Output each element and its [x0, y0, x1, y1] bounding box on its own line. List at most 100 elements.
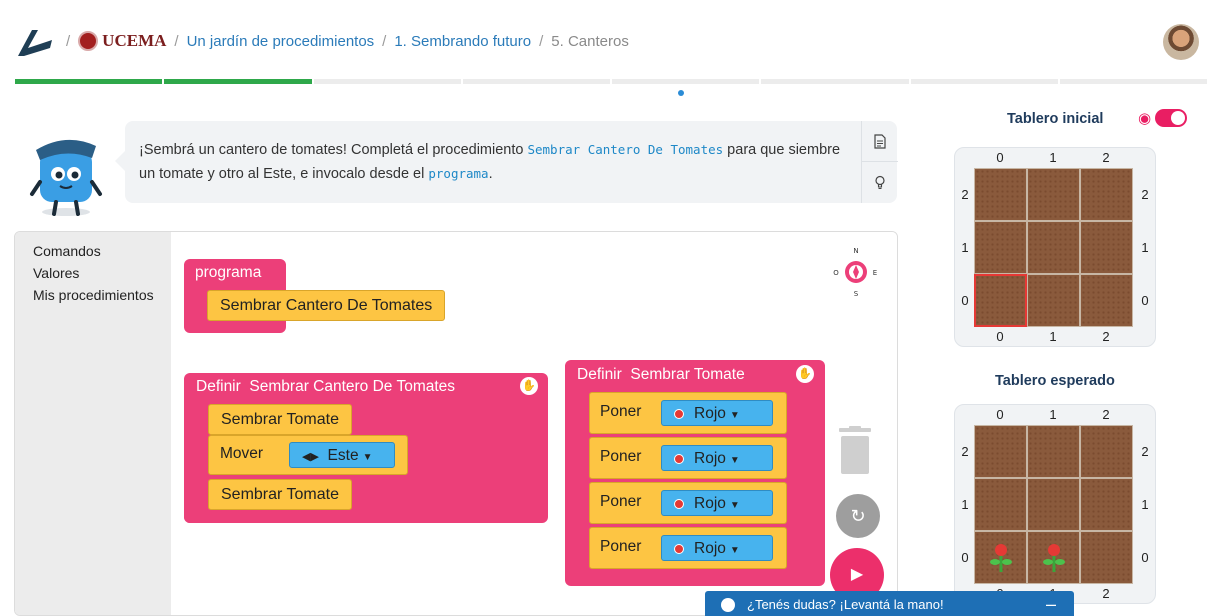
board-cell — [1080, 274, 1133, 327]
red-dot-icon — [674, 453, 684, 464]
definir-header: Definir Sembrar Tomate — [577, 366, 745, 383]
svg-text:O: O — [833, 269, 839, 277]
progress-segment[interactable] — [164, 79, 312, 84]
col-label: 1 — [1049, 329, 1057, 344]
ucema-seal-icon — [78, 31, 99, 51]
blocks-toolbox: Comandos Valores Mis procedimientos — [15, 232, 171, 615]
mover-label: Mover — [220, 445, 264, 462]
document-button[interactable] — [862, 121, 898, 162]
progress-segment[interactable] — [761, 79, 909, 84]
definir-block-bottom-bar — [184, 510, 548, 523]
row-label: 0 — [961, 293, 969, 308]
row-label: 2 — [961, 444, 969, 459]
header-bar: / UCEMA / Un jardín de procedimientos / … — [0, 0, 1207, 80]
poner-label: Poner — [600, 493, 642, 510]
color-dropdown[interactable]: Rojo ▼ — [661, 535, 773, 561]
row-label: 2 — [1141, 444, 1149, 459]
programa-call-block[interactable]: Sembrar Cantero De Tomates — [207, 290, 446, 321]
row-label: 0 — [1141, 293, 1149, 308]
col-label: 0 — [996, 150, 1004, 165]
svg-text:E: E — [873, 269, 877, 277]
row-label: 0 — [961, 550, 969, 565]
drag-hand-icon[interactable]: ✋ — [520, 377, 538, 395]
red-dot-icon — [674, 543, 684, 554]
board-cell — [1027, 425, 1080, 478]
progress-segment[interactable] — [1059, 79, 1207, 84]
progress-segment[interactable] — [313, 79, 461, 84]
help-bar[interactable]: ¿Tenés dudas? ¡Levantá la mano! – — [705, 591, 1074, 616]
red-dot-icon — [674, 498, 684, 509]
restart-button[interactable]: ↻ — [836, 494, 880, 538]
board-cell — [974, 168, 1027, 221]
minimize-icon[interactable]: – — [1046, 591, 1056, 616]
breadcrumb: / UCEMA / Un jardín de procedimientos / … — [66, 31, 629, 51]
toolbox-category-mis-procedimientos[interactable]: Mis procedimientos — [15, 284, 171, 306]
show-expected-toggle[interactable] — [1155, 109, 1188, 127]
drag-hand-icon[interactable]: ✋ — [796, 365, 814, 383]
hint-button[interactable] — [862, 162, 898, 203]
help-chevron-icon — [721, 598, 735, 612]
toolbox-category-valores[interactable]: Valores — [15, 262, 171, 284]
red-dot-icon — [674, 408, 684, 419]
restart-icon: ↻ — [850, 506, 866, 526]
sembrar-tomate-block[interactable]: Sembrar Tomate — [208, 479, 352, 510]
progress-segment[interactable] — [612, 79, 760, 84]
procedure-name: Sembrar Tomate — [630, 366, 745, 383]
user-avatar[interactable] — [1163, 24, 1199, 60]
color-dropdown[interactable]: Rojo ▼ — [661, 445, 773, 471]
chevron-down-icon: ▼ — [729, 410, 740, 421]
left-right-arrow-icon: ◀▶ — [302, 451, 319, 463]
programa-label: programa — [195, 264, 262, 281]
board-cell — [974, 531, 1027, 584]
procedure-name-code: Sembrar Cantero De Tomates — [527, 142, 724, 157]
trash-icon[interactable] — [836, 426, 874, 476]
progress-segment[interactable] — [15, 79, 163, 84]
program-code: programa — [428, 166, 489, 181]
col-label: 2 — [1102, 329, 1110, 344]
toolbox-category-comandos[interactable]: Comandos — [15, 240, 171, 262]
progress-segment[interactable] — [910, 79, 1058, 84]
initial-board-title: Tablero inicial — [1007, 111, 1104, 127]
ucema-logo[interactable]: UCEMA — [78, 31, 166, 51]
breadcrumb-course-link[interactable]: Un jardín de procedimientos — [187, 33, 375, 50]
col-label: 2 — [1102, 407, 1110, 422]
col-label: 0 — [996, 407, 1004, 422]
color-dropdown[interactable]: Rojo ▼ — [661, 490, 773, 516]
board-cell — [1080, 531, 1133, 584]
progress-segment[interactable] — [462, 79, 610, 84]
tomato-plant-icon — [1043, 544, 1065, 572]
breadcrumb-unit-link[interactable]: 1. Sembrando futuro — [394, 33, 531, 50]
sembrar-tomate-block[interactable]: Sembrar Tomate — [208, 404, 352, 435]
app-logo-icon[interactable] — [16, 26, 54, 58]
breadcrumb-current: 5. Canteros — [551, 32, 629, 50]
board-cell — [974, 478, 1027, 531]
poner-label: Poner — [600, 538, 642, 555]
col-label: 1 — [1049, 150, 1057, 165]
row-label: 2 — [961, 187, 969, 202]
expected-board-title: Tablero esperado — [995, 373, 1115, 389]
poner-label: Poner — [600, 448, 642, 465]
current-step-dot — [678, 90, 684, 96]
col-label: 1 — [1049, 407, 1057, 422]
tomato-plant-icon — [990, 544, 1012, 572]
poner-label: Poner — [600, 403, 642, 420]
bubble-side-buttons — [861, 121, 898, 203]
direction-dropdown[interactable]: ◀▶ Este ▼ — [289, 442, 395, 468]
eye-icon: ◉ — [1138, 110, 1152, 127]
expected-board-grid — [974, 425, 1133, 584]
color-dropdown[interactable]: Rojo ▼ — [661, 400, 773, 426]
board-cell — [1080, 478, 1133, 531]
lightbulb-icon — [875, 175, 885, 190]
board-cell-head — [974, 274, 1027, 327]
board-cell — [1027, 221, 1080, 274]
board-cell — [1080, 221, 1133, 274]
svg-text:S: S — [854, 290, 859, 298]
play-icon: ▶ — [850, 566, 864, 583]
row-label: 2 — [1141, 187, 1149, 202]
initial-board: 0 1 2 0 1 2 2 1 0 2 1 0 — [954, 147, 1156, 347]
chevron-down-icon: ▼ — [729, 500, 740, 511]
instructions-bubble: ¡Sembrá un cantero de tomates! Completá … — [115, 121, 898, 203]
chevron-down-icon: ▼ — [729, 455, 740, 466]
robot-character-icon — [30, 139, 102, 216]
chevron-down-icon: ▼ — [362, 452, 373, 463]
